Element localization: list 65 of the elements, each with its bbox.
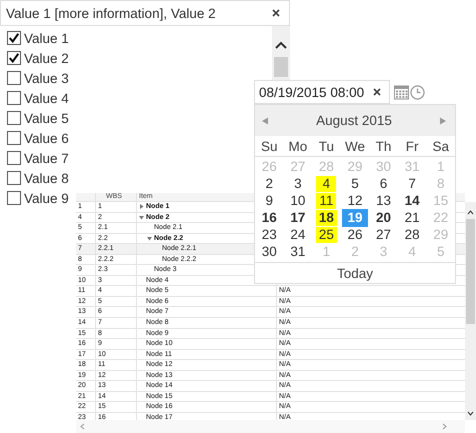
calendar-day[interactable]: 10 [287,192,308,208]
calendar-day[interactable]: 16 [258,210,280,226]
calendar-day[interactable]: 26 [344,226,366,242]
calendar-day[interactable]: 4 [316,176,336,192]
list-item[interactable]: Value 7 [0,148,71,168]
checkbox[interactable] [7,191,21,205]
weekday-label: We [344,138,366,154]
list-item[interactable]: Value 1 [0,28,71,48]
horizontal-scrollbar[interactable] [76,420,465,433]
list-item[interactable]: Value 6 [0,128,71,148]
close-icon[interactable] [372,87,382,97]
checkbox[interactable] [7,171,21,185]
calendar-day[interactable]: 3 [288,176,308,192]
calendar-icon[interactable] [394,84,409,100]
calendar-day[interactable]: 14 [402,192,423,208]
calendar-day[interactable]: 5 [344,176,365,192]
checkbox[interactable] [7,71,21,85]
chevron-up-icon[interactable] [467,210,474,215]
weekday-label: Fr [404,138,420,154]
date-time-field[interactable]: 08/19/2015 08:00 [254,80,390,104]
clock-icon[interactable] [410,84,425,100]
scrollbar-thumb[interactable] [466,219,475,324]
calendar-day[interactable]: 18 [316,210,337,226]
caret-down-icon[interactable] [147,236,152,241]
chevron-left-icon[interactable] [80,423,85,430]
weekday-label: Su [260,138,279,154]
multiselect-field[interactable]: Value 1 [more information], Value 2 [0,0,290,26]
checkbox[interactable] [7,31,21,45]
checkbox[interactable] [7,131,21,145]
calendar-day[interactable]: 20 [373,210,394,226]
close-icon[interactable] [271,8,281,18]
calendar-day[interactable]: 27 [373,226,394,242]
calendar-day[interactable]: 28 [402,226,423,242]
calendar-day[interactable]: 21 [402,210,423,226]
list-item[interactable]: Value 3 [0,68,71,88]
calendar-day[interactable]: 24 [287,226,308,242]
scrollbar-thumb[interactable] [274,57,288,77]
chevron-down-icon[interactable] [467,411,474,416]
month-title[interactable]: August 2015 [316,113,392,128]
list-item[interactable]: Value 2 [0,48,71,68]
list-item[interactable]: Value 5 [0,108,71,128]
weekday-label: Th [374,138,392,154]
chevron-right-icon[interactable] [442,423,447,430]
calendar-day[interactable]: 11 [316,192,336,208]
checkbox[interactable] [7,151,21,165]
weekday-label: Mo [287,138,308,154]
calendar-day[interactable]: 25 [316,226,337,242]
list-item[interactable]: Value 4 [0,88,71,108]
chevron-up-icon[interactable] [275,41,287,49]
checkbox[interactable] [7,111,21,125]
weekday-label: Tu [318,138,336,154]
checkbox[interactable] [7,91,21,105]
list-item[interactable]: Value 8 [0,168,71,188]
calendar-day[interactable]: 7 [402,176,422,192]
calendar-day[interactable]: 6 [374,176,394,192]
vertical-scrollbar[interactable] [465,202,476,420]
weekday-label: Sa [431,138,450,154]
caret-down-icon[interactable] [139,214,144,220]
calendar-day[interactable]: 12 [344,192,366,208]
calendar-day[interactable]: 13 [373,192,394,208]
calendar-day[interactable]: 2 [259,176,280,192]
checkbox[interactable] [7,51,21,65]
caret-right-icon[interactable] [139,204,144,210]
calendar-day[interactable]: 17 [287,210,308,226]
list-item[interactable]: Value 9 [0,188,71,208]
